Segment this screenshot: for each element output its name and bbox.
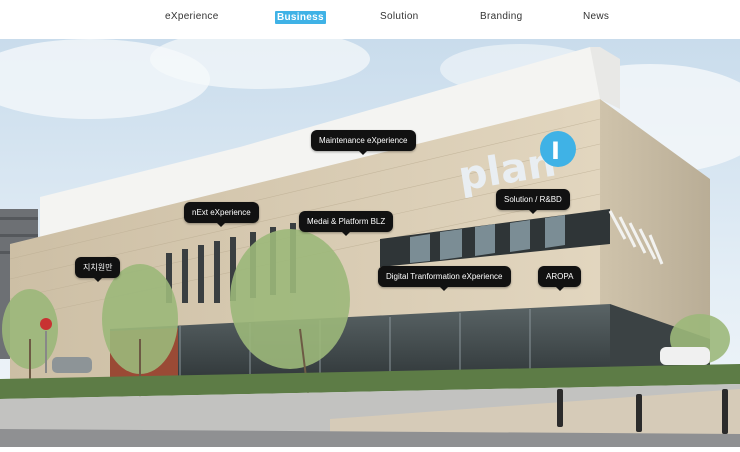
tag-next-experience[interactable]: nExt eXperience [184,202,259,227]
hero-building-image: plan I Maintenance eXperience nExt eXper… [0,39,740,447]
top-navigation: eXperience Business Solution Branding Ne… [0,0,740,38]
tag-media-platform-blz[interactable]: Medai & Platform BLZ [299,211,394,236]
nav-item-solution[interactable]: Solution [380,11,419,22]
nav-item-experience[interactable]: eXperience [165,11,219,22]
tag-maintenance-experience[interactable]: Maintenance eXperience [311,130,416,155]
tag-solution-rbd[interactable]: Solution / R&BD [496,189,570,214]
tag-aropa[interactable]: AROPA [538,266,582,291]
tag-digital-transformation-experience[interactable]: Digital Tranformation eXperience [378,266,511,291]
nav-item-news[interactable]: News [583,11,609,22]
nav-item-business[interactable]: Business [275,11,326,24]
tag-korean-label[interactable]: 지치원만 [75,257,121,282]
nav-item-branding[interactable]: Branding [480,11,522,22]
svg-text:I: I [551,137,560,165]
building-illustration: plan I [0,39,740,447]
